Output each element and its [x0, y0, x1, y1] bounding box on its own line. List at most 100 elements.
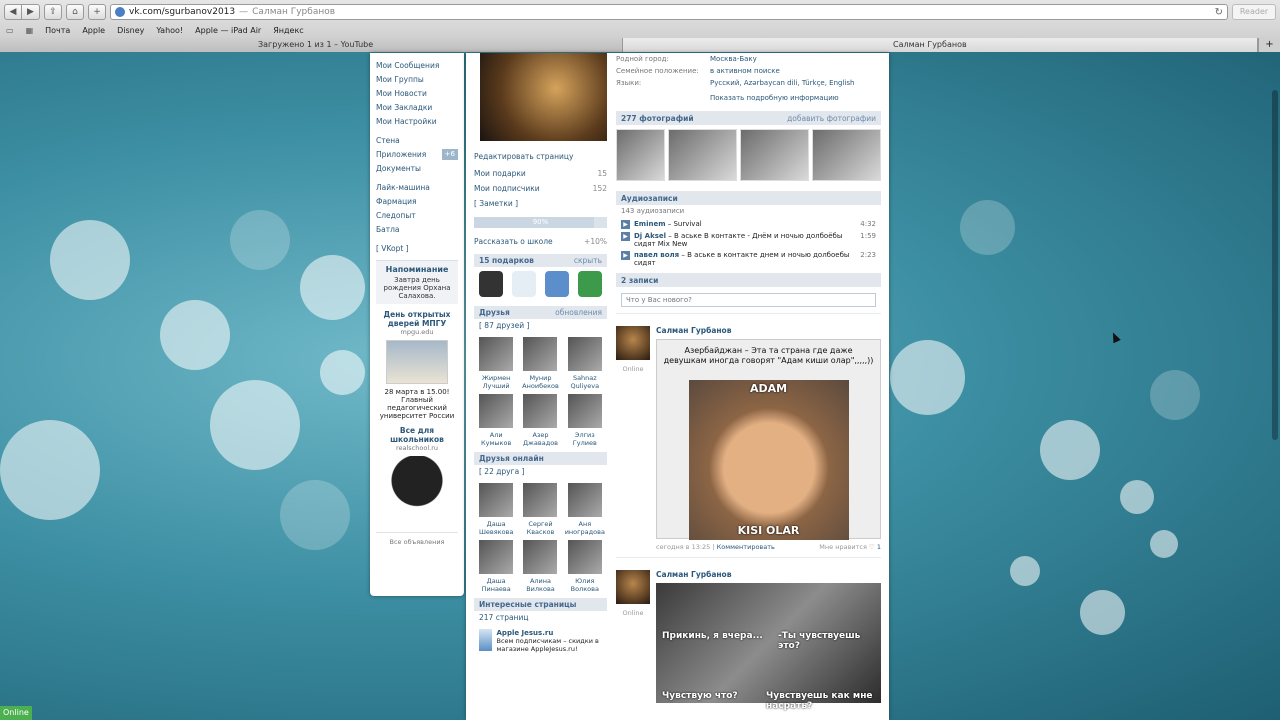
wall-post: Online Салман Гурбанов Азербайджан – Эта… — [616, 313, 881, 551]
audio-track[interactable]: ▶ Eminem – Survival 4:32 — [616, 217, 881, 229]
friend-item[interactable]: Мунир Аноибеков — [518, 337, 562, 390]
my-subscribers-link[interactable]: Мои подписчики 152 — [474, 181, 607, 196]
audio-track[interactable]: ▶ павел воля – В аське в контакте днем и… — [616, 248, 881, 267]
audio-count[interactable]: 143 аудиозаписи — [616, 205, 881, 217]
audio-header[interactable]: Аудиозаписи — [616, 191, 881, 205]
forward-button[interactable]: ▶ — [22, 4, 40, 20]
menu-messages[interactable]: Мои Сообщения — [376, 59, 458, 73]
book-icon[interactable]: ▭ — [6, 26, 14, 35]
menu-app-battle[interactable]: Батла — [376, 223, 458, 237]
play-icon[interactable]: ▶ — [621, 232, 630, 241]
photos-header[interactable]: 277 фотографий добавить фотографии — [616, 111, 881, 125]
ad-mpgu[interactable]: День открытых дверей МПГУ mpgu.edu 28 ма… — [376, 304, 458, 420]
menu-news[interactable]: Мои Новости — [376, 87, 458, 101]
refresh-icon[interactable]: ↻ — [1215, 7, 1223, 18]
bookmark-item[interactable]: Яндекс — [273, 26, 303, 35]
friends-count[interactable]: [ 87 друзей ] — [474, 319, 607, 333]
menu-apps[interactable]: Приложения +6 — [376, 148, 458, 162]
school-link[interactable]: Рассказать о школе +10% — [474, 235, 607, 249]
tab-profile[interactable]: Салман Гурбанов — [623, 38, 1258, 52]
show-more-info-link[interactable]: Показать подробную информацию — [616, 91, 881, 105]
menu-bookmarks[interactable]: Мои Закладки — [376, 101, 458, 115]
share-icon[interactable]: ⇪ — [44, 4, 62, 20]
friend-item[interactable]: Азер Джавадов — [518, 394, 562, 447]
friend-item[interactable]: Жирмен Лучший — [474, 337, 518, 390]
menu-wall[interactable]: Стена — [376, 134, 458, 148]
new-post-input[interactable]: Что у Вас нового? — [621, 293, 876, 307]
bookmark-item[interactable]: Apple — iPad Air — [195, 26, 261, 35]
online-friends-grid: Даша Шевякова Сергей Квасков Аня иноградова… — [474, 479, 607, 593]
bookmark-item[interactable]: Почта — [45, 26, 70, 35]
pages-header[interactable]: Интересные страницы — [474, 598, 607, 611]
new-tab-button[interactable]: + — [1258, 38, 1280, 52]
notes-link[interactable]: [ Заметки ] — [474, 196, 607, 211]
audio-track[interactable]: ▶ Dj Aksel – В аське В контакте - Днём и… — [616, 229, 881, 248]
post-image[interactable]: Прикинь, я вчера... -Ты чувствуешь это? … — [656, 583, 881, 711]
profile-avatar[interactable] — [480, 53, 607, 141]
back-button[interactable]: ◀ — [4, 4, 22, 20]
menu-settings[interactable]: Мои Настройки — [376, 115, 458, 129]
photo-thumb[interactable] — [811, 129, 882, 181]
edit-page-link[interactable]: Редактировать страницу — [474, 152, 607, 166]
photo-thumb[interactable] — [739, 129, 809, 181]
interesting-page[interactable]: Apple Jesus.ru Всем подписчикам – скидки … — [474, 625, 607, 657]
play-icon[interactable]: ▶ — [621, 251, 630, 260]
reader-button[interactable]: Reader — [1232, 4, 1276, 20]
bookmark-item[interactable]: Yahoo! — [156, 26, 183, 35]
ad-domain: mpgu.edu — [400, 328, 434, 336]
post-author[interactable]: Салман Гурбанов — [656, 570, 881, 579]
menu-groups[interactable]: Мои Группы — [376, 73, 458, 87]
friend-item[interactable]: Элгиз Гулиев — [563, 394, 607, 447]
post-author-avatar[interactable]: Online — [616, 570, 650, 703]
home-icon[interactable]: ⌂ — [66, 4, 84, 20]
my-gifts-link[interactable]: Мои подарки 15 — [474, 166, 607, 181]
menu-app-pharm[interactable]: Фармация — [376, 195, 458, 209]
photo-thumb[interactable] — [616, 129, 665, 181]
friend-item[interactable]: Юлия Волкова — [563, 540, 607, 593]
wall-header[interactable]: 2 записи — [616, 273, 881, 287]
menu-app-tracker[interactable]: Следопыт — [376, 209, 458, 223]
ad-image[interactable] — [386, 456, 448, 526]
friend-item[interactable]: Даша Пинаева — [474, 540, 518, 593]
menu-vkopt[interactable]: [ VKopt ] — [376, 242, 458, 256]
gift-item[interactable] — [545, 271, 570, 297]
gift-item[interactable] — [578, 271, 603, 297]
page-avatar[interactable] — [479, 629, 492, 651]
bookmark-item[interactable]: Disney — [117, 26, 144, 35]
all-ads-link[interactable]: Все объявления — [376, 532, 458, 546]
bookmark-item[interactable]: Apple — [82, 26, 105, 35]
reminder-body[interactable]: Завтра день рождения Орхана Салахова. — [378, 276, 456, 300]
gift-item[interactable] — [478, 271, 503, 297]
ad-image[interactable] — [386, 340, 448, 384]
add-bookmark-button[interactable]: + — [88, 4, 106, 20]
online-friends-header[interactable]: Друзья онлайн — [474, 452, 607, 465]
ad-realschool[interactable]: Все для школьников realschool.ru — [376, 420, 458, 526]
gift-item[interactable] — [511, 271, 536, 297]
like-button[interactable]: Мне нравится ♡ 1 — [819, 543, 881, 551]
friend-item[interactable]: Алина Вилкова — [518, 540, 562, 593]
friend-item[interactable]: Али Кумыков — [474, 394, 518, 447]
post-image[interactable]: Азербайджан – Эта та страна где даже дев… — [656, 339, 881, 540]
friends-header[interactable]: Друзья обновления — [474, 306, 607, 319]
gifts-header[interactable]: 15 подарков скрыть — [474, 254, 607, 267]
ad-title[interactable]: Все для школьников — [376, 426, 458, 444]
post-author[interactable]: Салман Гурбанов — [656, 326, 881, 335]
scrollbar[interactable] — [1272, 90, 1278, 440]
menu-app-like[interactable]: Лайк-машина — [376, 181, 458, 195]
tab-youtube[interactable]: Загружено 1 из 1 – YouTube — [0, 38, 623, 52]
photo-thumb[interactable] — [667, 129, 737, 181]
online-friends-count[interactable]: [ 22 друга ] — [474, 465, 607, 479]
friend-item[interactable]: Аня иноградова — [563, 483, 607, 536]
post-author-avatar[interactable]: Online — [616, 326, 650, 551]
friend-item[interactable]: Sahnaz Quliyeva — [563, 337, 607, 390]
play-icon[interactable]: ▶ — [621, 220, 630, 229]
bokeh-decoration — [50, 220, 130, 300]
address-bar[interactable]: vk.com/sgurbanov2013 — Салман Гурбанов ↻ — [110, 4, 1228, 20]
friend-item[interactable]: Даша Шевякова — [474, 483, 518, 536]
grid-icon[interactable]: ▦ — [26, 26, 34, 35]
comment-link[interactable]: Комментировать — [717, 543, 775, 551]
friend-item[interactable]: Сергей Квасков — [518, 483, 562, 536]
ad-title[interactable]: День открытых дверей МПГУ — [376, 310, 458, 328]
menu-docs[interactable]: Документы — [376, 162, 458, 176]
pages-count[interactable]: 217 страниц — [474, 611, 607, 625]
